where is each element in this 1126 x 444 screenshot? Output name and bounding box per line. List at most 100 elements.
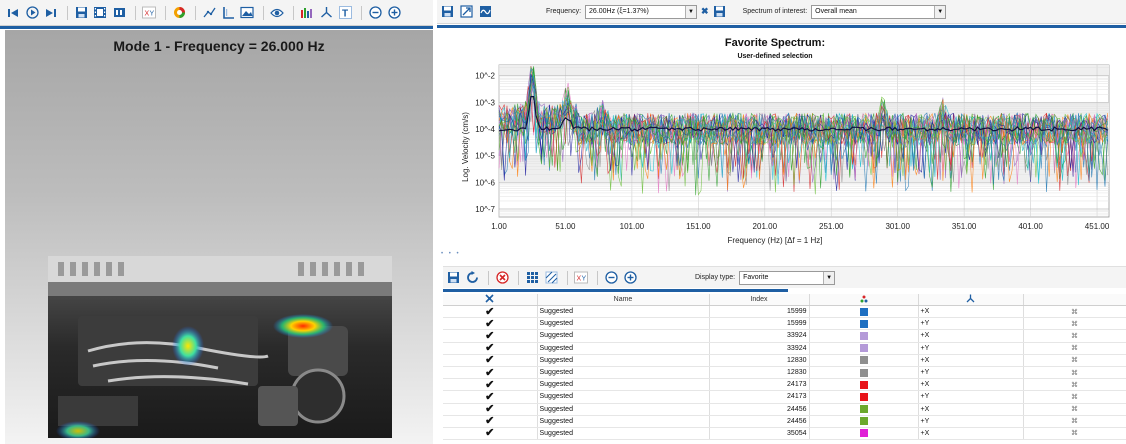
save-frequency-icon[interactable]: [712, 4, 728, 20]
row-color-cell[interactable]: [809, 378, 919, 392]
spectrum-select[interactable]: Overall mean ▼: [811, 4, 947, 19]
table-row[interactable]: ✔ Suggested 33924 +X ⌘: [443, 329, 1126, 343]
row-action-cell[interactable]: ⌘: [1023, 305, 1126, 319]
table-row[interactable]: ✔ Suggested 15999 +X ⌘: [443, 305, 1126, 319]
remove-icon[interactable]: ⌘: [1071, 333, 1078, 340]
zoom-in-icon[interactable]: [386, 5, 402, 21]
row-action-cell[interactable]: ⌘: [1023, 415, 1126, 428]
chevron-down-icon[interactable]: ▼: [823, 271, 835, 284]
color-swatch[interactable]: [859, 344, 868, 353]
color-swatch[interactable]: [859, 319, 868, 328]
table-row[interactable]: ✔ Suggested 35054 +X ⌘: [443, 427, 1126, 441]
color-swatch[interactable]: [859, 392, 868, 401]
color-swatch[interactable]: [859, 331, 868, 340]
row-checkbox[interactable]: ✔: [443, 378, 538, 392]
row-action-cell[interactable]: ⌘: [1023, 378, 1126, 392]
row-checkbox[interactable]: ✔: [443, 317, 538, 331]
table-row[interactable]: ✔ Suggested 24456 +Y ⌘: [443, 415, 1126, 428]
frequency-select[interactable]: 26.00Hz (ξ=1.37%) ▼: [585, 4, 698, 19]
row-color-cell[interactable]: [809, 427, 919, 441]
select-all-icon[interactable]: [485, 294, 494, 303]
row-checkbox[interactable]: ✔: [443, 390, 538, 404]
text-icon[interactable]: T: [337, 5, 353, 21]
row-checkbox[interactable]: ✔: [443, 354, 538, 367]
xy-axis-icon[interactable]: XY: [573, 270, 589, 286]
remove-icon[interactable]: ⌘: [1071, 309, 1078, 316]
color-swatch[interactable]: [859, 417, 868, 426]
select-all-column-header[interactable]: [443, 294, 538, 306]
color-swatch[interactable]: [859, 405, 868, 414]
row-color-cell[interactable]: [809, 305, 919, 319]
row-checkbox[interactable]: ✔: [443, 415, 538, 428]
column-header-color[interactable]: [809, 294, 919, 306]
image-icon[interactable]: [239, 5, 255, 21]
row-checkbox[interactable]: ✔: [443, 366, 538, 380]
table-row[interactable]: ✔ Suggested 12830 +X ⌘: [443, 354, 1126, 367]
chevron-down-icon[interactable]: ▼: [934, 5, 946, 18]
color-wheel-icon[interactable]: [171, 5, 187, 21]
row-action-cell[interactable]: ⌘: [1023, 317, 1126, 331]
skip-back-icon[interactable]: [5, 5, 21, 21]
remove-icon[interactable]: ⌘: [1071, 418, 1078, 425]
clear-icon[interactable]: ✖: [701, 6, 709, 17]
3d-viewport[interactable]: Mode 1 - Frequency = 26.000 Hz: [5, 30, 433, 444]
trace-lines-icon[interactable]: [201, 5, 217, 21]
expand-icon[interactable]: [458, 4, 474, 20]
row-action-cell[interactable]: ⌘: [1023, 354, 1126, 367]
favorite-spectrum-chart[interactable]: Favorite Spectrum: User-defined selectio…: [437, 29, 1126, 249]
row-color-cell[interactable]: [809, 366, 919, 380]
save-icon[interactable]: [439, 4, 455, 20]
skip-forward-icon[interactable]: [43, 5, 59, 21]
save-icon[interactable]: [445, 270, 461, 286]
remove-icon[interactable]: ⌘: [1071, 394, 1078, 401]
video-icon[interactable]: [111, 5, 127, 21]
remove-icon[interactable]: ⌘: [1071, 357, 1078, 364]
refresh-icon[interactable]: [464, 270, 480, 286]
row-checkbox[interactable]: ✔: [443, 427, 538, 441]
axes-icon[interactable]: [318, 5, 334, 21]
row-action-cell[interactable]: ⌘: [1023, 403, 1126, 416]
row-checkbox[interactable]: ✔: [443, 342, 538, 355]
eye-icon[interactable]: [269, 5, 285, 21]
save-icon[interactable]: [73, 5, 89, 21]
column-header-name[interactable]: Name: [537, 294, 710, 306]
row-color-cell[interactable]: [809, 329, 919, 343]
table-row[interactable]: ✔ Suggested 12830 +Y ⌘: [443, 366, 1126, 380]
chevron-down-icon[interactable]: ▼: [685, 5, 697, 18]
engine-photo-heatmap[interactable]: [48, 256, 392, 441]
table-row[interactable]: ✔ Suggested 24456 +X ⌘: [443, 403, 1126, 416]
display-type-select[interactable]: Favorite ▼: [739, 270, 836, 285]
row-color-cell[interactable]: [809, 342, 919, 355]
mode-shape-icon[interactable]: [477, 4, 493, 20]
row-checkbox[interactable]: ✔: [443, 403, 538, 416]
remove-icon[interactable]: ⌘: [1071, 345, 1078, 352]
table-row[interactable]: ✔ Suggested 15999 +Y ⌘: [443, 317, 1126, 331]
table-row[interactable]: ✔ Suggested 24173 +X ⌘: [443, 378, 1126, 392]
remove-icon[interactable]: ⌘: [1071, 321, 1078, 328]
film-strip-icon[interactable]: [92, 5, 108, 21]
xy-axis-icon[interactable]: XY: [141, 5, 157, 21]
delete-icon[interactable]: [494, 270, 510, 286]
row-checkbox[interactable]: ✔: [443, 305, 538, 319]
color-swatch[interactable]: [859, 356, 868, 365]
splitter-handle[interactable]: • • •: [437, 250, 1126, 264]
table-row[interactable]: ✔ Suggested 33924 +Y ⌘: [443, 342, 1126, 355]
column-header-actions[interactable]: [1023, 294, 1126, 306]
row-action-cell[interactable]: ⌘: [1023, 342, 1126, 355]
remove-icon[interactable]: ⌘: [1071, 382, 1078, 389]
color-swatch[interactable]: [859, 368, 868, 377]
row-color-cell[interactable]: [809, 390, 919, 404]
column-header-direction[interactable]: [918, 294, 1024, 306]
ruler-icon[interactable]: [220, 5, 236, 21]
color-swatch[interactable]: [859, 307, 868, 316]
row-color-cell[interactable]: [809, 317, 919, 331]
splitter-grip-icon[interactable]: • • •: [441, 251, 461, 257]
play-icon[interactable]: [24, 5, 40, 21]
row-action-cell[interactable]: ⌘: [1023, 329, 1126, 343]
row-color-cell[interactable]: [809, 354, 919, 367]
color-swatch[interactable]: [859, 380, 868, 389]
row-checkbox[interactable]: ✔: [443, 329, 538, 343]
hatch-view-icon[interactable]: [543, 270, 559, 286]
zoom-out-icon[interactable]: [603, 270, 619, 286]
grid-view-icon[interactable]: [524, 270, 540, 286]
